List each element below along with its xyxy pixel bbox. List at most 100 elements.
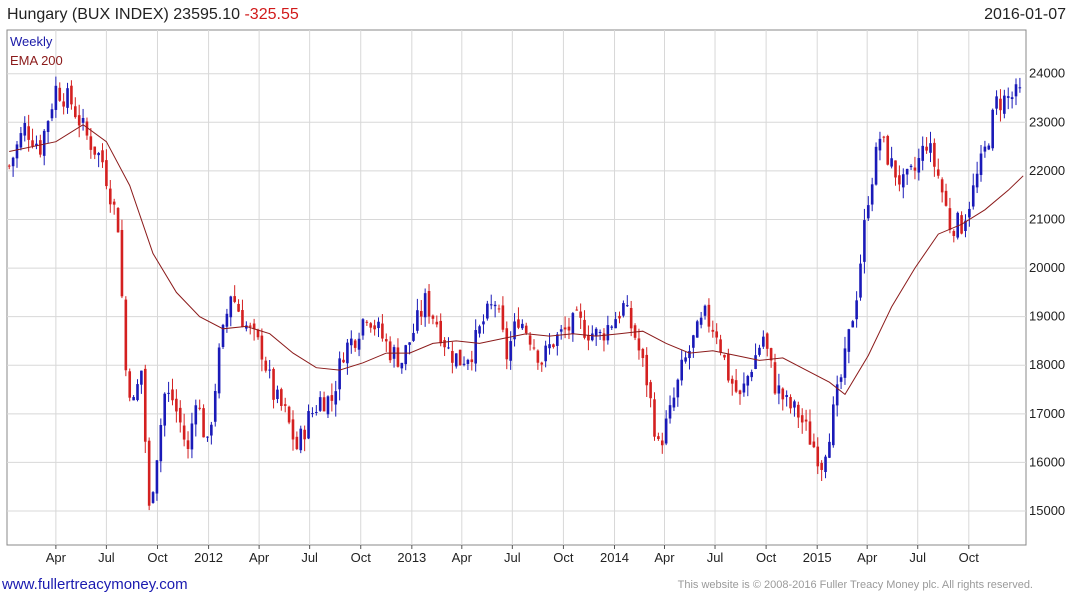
price-bar xyxy=(482,321,485,325)
price-bar xyxy=(190,423,194,450)
price-bar xyxy=(544,345,547,362)
price-bar xyxy=(649,382,652,399)
price-bar xyxy=(112,201,116,205)
price-bar xyxy=(1006,96,1010,98)
price-bar xyxy=(241,310,244,327)
price-bar xyxy=(532,347,536,349)
price-bar xyxy=(738,390,742,395)
price-bar xyxy=(493,304,497,307)
price-bar xyxy=(311,413,314,415)
x-tick-label: Apr xyxy=(857,550,878,565)
price-bar xyxy=(66,88,69,108)
price-bar xyxy=(901,174,905,188)
price-bar xyxy=(1010,97,1014,100)
price-bar xyxy=(859,263,862,298)
price-bar xyxy=(855,300,858,320)
price-bar xyxy=(474,330,477,364)
price-bar xyxy=(781,388,785,400)
price-bar xyxy=(132,397,135,401)
price-bar xyxy=(334,391,338,405)
price-bar xyxy=(396,347,400,367)
price-bar xyxy=(108,188,112,205)
x-tick-label: Jul xyxy=(707,550,724,565)
price-bar xyxy=(400,362,404,369)
price-bar xyxy=(536,350,540,363)
price-bar xyxy=(194,405,198,425)
price-bar xyxy=(882,136,886,138)
price-bar xyxy=(552,344,555,348)
price-bar xyxy=(773,362,777,394)
price-bar xyxy=(303,429,306,440)
price-bar xyxy=(979,153,983,175)
price-bar xyxy=(598,331,602,333)
price-bar xyxy=(664,418,668,444)
price-bar xyxy=(797,404,800,418)
x-tick-label: Apr xyxy=(249,550,270,565)
price-bar xyxy=(816,446,820,467)
price-bar xyxy=(7,165,11,167)
price-bar xyxy=(466,359,470,364)
price-bar xyxy=(233,296,236,302)
price-bar xyxy=(991,109,994,149)
price-bar xyxy=(940,179,944,193)
y-tick-label: 21000 xyxy=(1029,211,1065,226)
x-tick-label: 2014 xyxy=(600,550,629,565)
price-bar xyxy=(886,136,890,165)
price-bar xyxy=(408,342,411,345)
price-bar xyxy=(719,339,722,353)
price-bar xyxy=(229,296,233,318)
x-tick-label: Jul xyxy=(504,550,521,565)
price-bar xyxy=(999,98,1002,111)
price-bar xyxy=(987,145,991,150)
price-bar xyxy=(225,313,229,327)
price-bar xyxy=(451,350,454,363)
price-bar xyxy=(256,329,260,338)
x-tick-label: Oct xyxy=(553,550,574,565)
price-bar xyxy=(684,357,687,362)
price-bar xyxy=(948,208,952,230)
price-bar xyxy=(610,326,614,328)
price-bar xyxy=(971,185,975,207)
price-bar xyxy=(641,349,645,359)
x-tick-label: 2012 xyxy=(194,550,223,565)
price-bar xyxy=(357,338,361,350)
price-bar xyxy=(676,379,680,398)
price-bar xyxy=(995,96,998,109)
price-bar xyxy=(120,229,124,297)
price-bar xyxy=(863,220,866,262)
price-bar xyxy=(143,368,147,442)
price-bar xyxy=(419,311,423,317)
price-bar xyxy=(50,109,54,119)
price-bar xyxy=(182,425,186,440)
price-bar xyxy=(711,329,715,332)
price-bar xyxy=(645,354,649,386)
price-bar xyxy=(478,326,481,334)
price-bar xyxy=(587,335,590,341)
price-bar xyxy=(443,340,446,348)
price-bar xyxy=(594,328,598,337)
price-bar xyxy=(101,150,104,163)
price-bar xyxy=(171,389,174,401)
price-bar xyxy=(77,115,81,126)
price-bar xyxy=(828,441,831,458)
x-tick-label: 2015 xyxy=(803,550,832,565)
website-link[interactable]: www.fullertreacymoney.com xyxy=(2,576,188,593)
price-bar xyxy=(140,370,143,385)
price-bar xyxy=(785,395,788,397)
price-bar xyxy=(46,121,50,132)
price-bar xyxy=(264,360,268,371)
price-bar xyxy=(680,359,684,381)
price-bar xyxy=(318,397,322,411)
price-bar xyxy=(742,383,746,393)
price-bar xyxy=(734,380,738,392)
price-bar xyxy=(291,419,295,440)
price-bar xyxy=(74,106,77,118)
price-bar xyxy=(384,339,388,342)
price-bar xyxy=(299,428,303,451)
x-tick-label: Oct xyxy=(756,550,777,565)
price-bar xyxy=(800,415,804,423)
price-bar xyxy=(524,325,528,334)
price-bar xyxy=(789,397,792,409)
price-bar xyxy=(159,425,163,462)
price-bar xyxy=(81,118,85,123)
